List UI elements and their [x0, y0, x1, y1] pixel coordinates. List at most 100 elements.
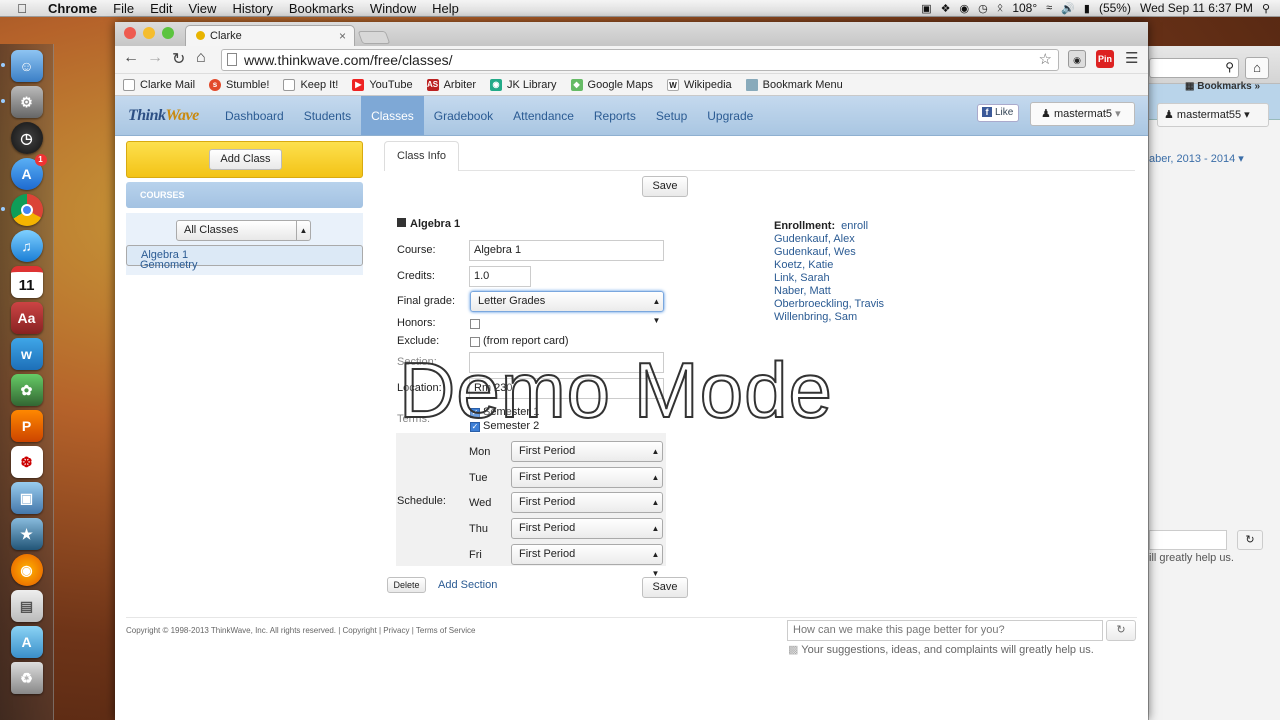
thinkwave-logo[interactable]: Think Wave [115, 96, 215, 135]
bookmark-menu-folder[interactable]: Bookmark Menu [745, 78, 843, 91]
student-link[interactable]: Willenbring, Sam [774, 311, 884, 324]
student-link[interactable]: Gudenkauf, Alex [774, 233, 884, 246]
address-bar[interactable]: www.thinkwave.com/free/classes/ ☆ [221, 49, 1059, 71]
chrome-menu-icon[interactable]: ☰ [1125, 49, 1138, 67]
schedule-select-wed[interactable]: First Period▲▼ [511, 492, 663, 526]
bg-feedback-input[interactable] [1149, 530, 1227, 550]
documents-icon[interactable]: ▤ [10, 590, 43, 622]
bookmark-clarke-mail[interactable]: Clarke Mail [123, 78, 195, 91]
screen-record-icon[interactable]: ▣ [921, 2, 931, 15]
nav-dashboard[interactable]: Dashboard [215, 96, 294, 135]
student-link[interactable]: Oberbroeckling, Travis [774, 298, 884, 311]
applications-folder-icon[interactable]: A [10, 626, 43, 658]
dropbox-icon[interactable]: ❖ [941, 2, 951, 15]
menu-file[interactable]: File [105, 1, 142, 16]
student-link[interactable]: Naber, Matt [774, 285, 884, 298]
student-link[interactable]: Gudenkauf, Wes [774, 246, 884, 259]
bg-search-box[interactable]: ⚲ [1149, 58, 1239, 78]
user-menu-button[interactable]: ♟ mastermat5 ▾ [1030, 102, 1135, 126]
home-icon[interactable]: ⌂ [196, 49, 206, 67]
dictionary-icon[interactable]: Aa [10, 302, 43, 334]
student-link[interactable]: Link, Sarah [774, 272, 884, 285]
bg-user-button[interactable]: ♟ mastermat55 ▾ [1157, 103, 1269, 127]
wifi-icon[interactable]: ≈ [1046, 2, 1052, 14]
itunes-icon[interactable]: ♫ [10, 230, 43, 262]
feedback-input[interactable]: How can we make this page better for you… [787, 620, 1103, 641]
new-tab-button[interactable] [357, 31, 391, 44]
enroll-link[interactable]: enroll [841, 220, 868, 232]
bg-feedback-submit[interactable]: ↻ [1237, 530, 1263, 550]
menu-history[interactable]: History [224, 1, 280, 16]
add-class-button[interactable]: Add Class [209, 149, 282, 170]
nav-upgrade[interactable]: Upgrade [697, 96, 763, 135]
close-window-button[interactable] [124, 27, 136, 39]
clock[interactable]: Wed Sep 11 6:37 PM [1140, 1, 1253, 15]
nav-setup[interactable]: Setup [646, 96, 697, 135]
imovie-icon[interactable]: ★ [10, 518, 43, 550]
forward-icon[interactable]: → [147, 49, 163, 67]
finder-icon[interactable]: ☺ [0, 50, 43, 82]
bluetooth-icon[interactable]: ᛟ [997, 2, 1004, 14]
dashboard-icon[interactable]: ◷ [10, 122, 43, 154]
bg-term-selector[interactable]: aber, 2013 - 2014 ▾ [1149, 152, 1244, 165]
bookmark-jk-library[interactable]: ◉ JK Library [490, 78, 557, 91]
nav-reports[interactable]: Reports [584, 96, 646, 135]
menu-app-chrome[interactable]: Chrome [44, 1, 105, 16]
final-grade-select[interactable]: Letter Grades ▲ ▼ [470, 291, 664, 325]
bookmark-keep-it[interactable]: Keep It! [283, 78, 338, 91]
calendar-icon[interactable]: 11 [10, 266, 43, 298]
course-input[interactable]: Algebra 1 [469, 240, 664, 261]
menu-help[interactable]: Help [424, 1, 467, 16]
nav-gradebook[interactable]: Gradebook [424, 96, 503, 135]
powerpoint-icon[interactable]: P [10, 410, 43, 442]
location-input[interactable]: Rm 230 [469, 378, 664, 399]
bookmark-star-icon[interactable]: ☆ [1039, 50, 1052, 70]
time-machine-icon[interactable]: ◷ [978, 2, 988, 15]
bookmark-youtube[interactable]: ▶ YouTube [352, 78, 413, 91]
weebly-icon[interactable]: w [10, 338, 43, 370]
tab-clarke[interactable]: Clarke × [185, 25, 355, 47]
schedule-select-thu[interactable]: First Period▲▼ [511, 518, 663, 552]
schedule-select-fri[interactable]: First Period ▲ ▼ [511, 544, 663, 578]
nav-attendance[interactable]: Attendance [503, 96, 584, 135]
section-input[interactable] [469, 352, 664, 373]
pinterest-extension-icon[interactable]: Pin [1096, 50, 1114, 68]
credits-input[interactable]: 1.0 [469, 266, 531, 287]
evernote-status-icon[interactable]: ◉ [959, 2, 969, 15]
menu-bookmarks[interactable]: Bookmarks [281, 1, 362, 16]
bg-home-icon[interactable]: ⌂ [1245, 57, 1269, 79]
evernote-extension-icon[interactable]: ◉ [1068, 50, 1086, 68]
bookmark-stumble[interactable]: s Stumble! [209, 78, 269, 91]
menu-window[interactable]: Window [362, 1, 424, 16]
schedule-select-mon[interactable]: First Period▲▼ [511, 441, 663, 475]
apple-menu-icon[interactable]:  [0, 1, 44, 16]
nav-classes[interactable]: Classes [361, 96, 424, 135]
app-store-icon[interactable]: A1 [10, 154, 47, 190]
volume-icon[interactable]: 🔊 [1061, 2, 1075, 15]
spotlight-icon[interactable]: ⚲ [1262, 2, 1270, 15]
add-section-link[interactable]: Add Section [438, 579, 497, 591]
trash-icon[interactable]: ♻ [10, 662, 43, 694]
save-button-top[interactable]: Save [642, 176, 688, 197]
honors-checkbox[interactable] [470, 319, 480, 329]
battery-icon[interactable]: ▮ [1084, 2, 1090, 15]
reload-icon[interactable]: ↻ [172, 49, 185, 69]
preview-icon[interactable]: ▣ [10, 482, 43, 514]
facebook-like-button[interactable]: f Like [977, 104, 1019, 122]
course-item-gemometry[interactable]: Gemometry [140, 259, 197, 271]
save-button-bottom[interactable]: Save [642, 577, 688, 598]
acrobat-icon[interactable]: ❆ [10, 446, 43, 478]
feedback-submit-button[interactable]: ↻ [1106, 620, 1136, 641]
term-checkbox-semester-2[interactable]: ✓ [470, 422, 480, 432]
firefox-icon[interactable]: ◉ [10, 554, 43, 586]
bg-bookmarks-folder[interactable]: ▦ Bookmarks » [1185, 81, 1260, 92]
tab-class-info[interactable]: Class Info [384, 141, 459, 171]
minimize-window-button[interactable] [143, 27, 155, 39]
schedule-select-tue[interactable]: First Period▲▼ [511, 467, 663, 501]
delete-button[interactable]: Delete [387, 577, 426, 593]
exclude-checkbox[interactable] [470, 337, 480, 347]
zoom-window-button[interactable] [162, 27, 174, 39]
bookmark-wikipedia[interactable]: W Wikipedia [666, 78, 732, 91]
bookmark-google-maps[interactable]: ◆ Google Maps [570, 78, 653, 91]
nav-students[interactable]: Students [294, 96, 361, 135]
